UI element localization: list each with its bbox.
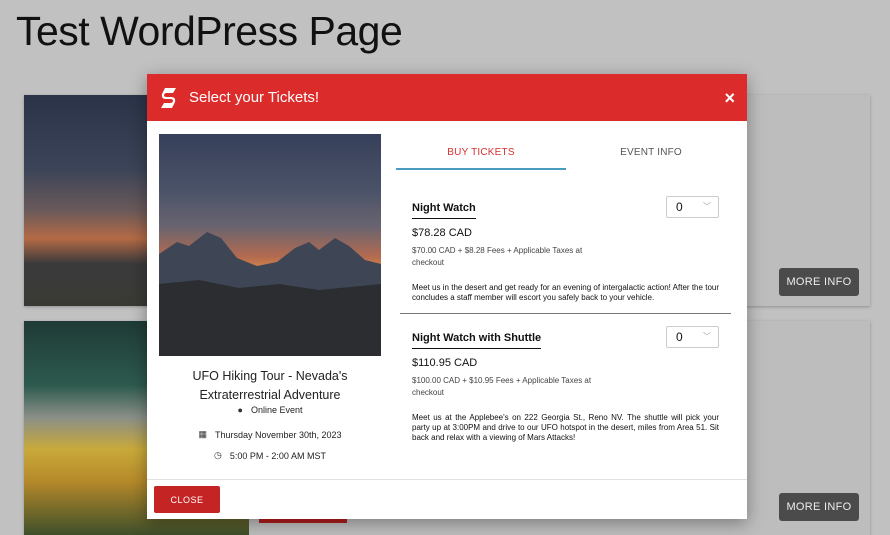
modal-title: Select your Tickets!: [189, 89, 320, 106]
chevron-down-icon: ﹀: [703, 332, 711, 341]
event-image: [159, 134, 381, 356]
modal-footer: CLOSE: [147, 479, 747, 519]
event-time: ◷ 5:00 PM - 2:00 AM MST: [159, 450, 381, 461]
more-info-button[interactable]: MORE INFO: [779, 493, 859, 521]
event-date: ▦ Thursday November 30th, 2023: [159, 429, 381, 440]
globe-icon: ●: [237, 405, 243, 415]
ticket-fees: $70.00 CAD + $8.28 Fees + Applicable Tax…: [412, 246, 583, 267]
event-time-text: 5:00 PM - 2:00 AM MST: [229, 450, 326, 461]
clock-icon: ◷: [214, 450, 222, 460]
calendar-icon: ▦: [198, 429, 207, 439]
quantity-value: 0: [676, 200, 683, 214]
brand-logo-icon: [161, 87, 176, 108]
ticket-item: Night Watch $78.28 CAD $70.00 CAD + $8.2…: [400, 184, 731, 313]
page-title: Test WordPress Page: [16, 8, 403, 54]
event-name: UFO Hiking Tour - Nevada's Extraterrestr…: [192, 369, 348, 402]
modal-header: Select your Tickets! ×: [147, 74, 747, 121]
event-date-text: Thursday November 30th, 2023: [214, 429, 342, 440]
close-icon[interactable]: ×: [724, 89, 735, 107]
quantity-select[interactable]: 0 ﹀: [666, 196, 719, 218]
modal-tabs: BUY TICKETS EVENT INFO: [396, 144, 736, 170]
modal-body: UFO Hiking Tour - Nevada's Extraterrestr…: [147, 121, 747, 479]
event-location: ● Online Event: [159, 405, 381, 415]
quantity-select[interactable]: 0 ﹀: [666, 326, 719, 348]
chevron-down-icon: ﹀: [703, 202, 711, 211]
ticket-description: Meet us in the desert and get ready for …: [412, 283, 719, 302]
tab-event-info[interactable]: EVENT INFO: [566, 144, 736, 170]
ticket-list: Night Watch $78.28 CAD $70.00 CAD + $8.2…: [400, 184, 731, 479]
event-location-text: Online Event: [250, 405, 303, 415]
quantity-value: 0: [676, 330, 683, 344]
ticket-name: Night Watch: [412, 202, 476, 219]
ticket-price: $110.95 CAD: [412, 357, 478, 369]
tab-buy-tickets[interactable]: BUY TICKETS: [396, 144, 566, 170]
close-button[interactable]: CLOSE: [154, 486, 220, 513]
ticket-modal: Select your Tickets! × UFO Hiking Tour -…: [147, 74, 747, 519]
ticket-description: Meet us at the Applebee's on 222 Georgia…: [412, 413, 719, 442]
ticket-fees: $100.00 CAD + $10.95 Fees + Applicable T…: [412, 376, 592, 397]
ticket-name: Night Watch with Shuttle: [412, 332, 542, 349]
ticket-price: $78.28 CAD: [412, 227, 472, 239]
more-info-button[interactable]: MORE INFO: [779, 268, 859, 296]
ticket-item: Night Watch with Shuttle $110.95 CAD $10…: [400, 313, 731, 453]
